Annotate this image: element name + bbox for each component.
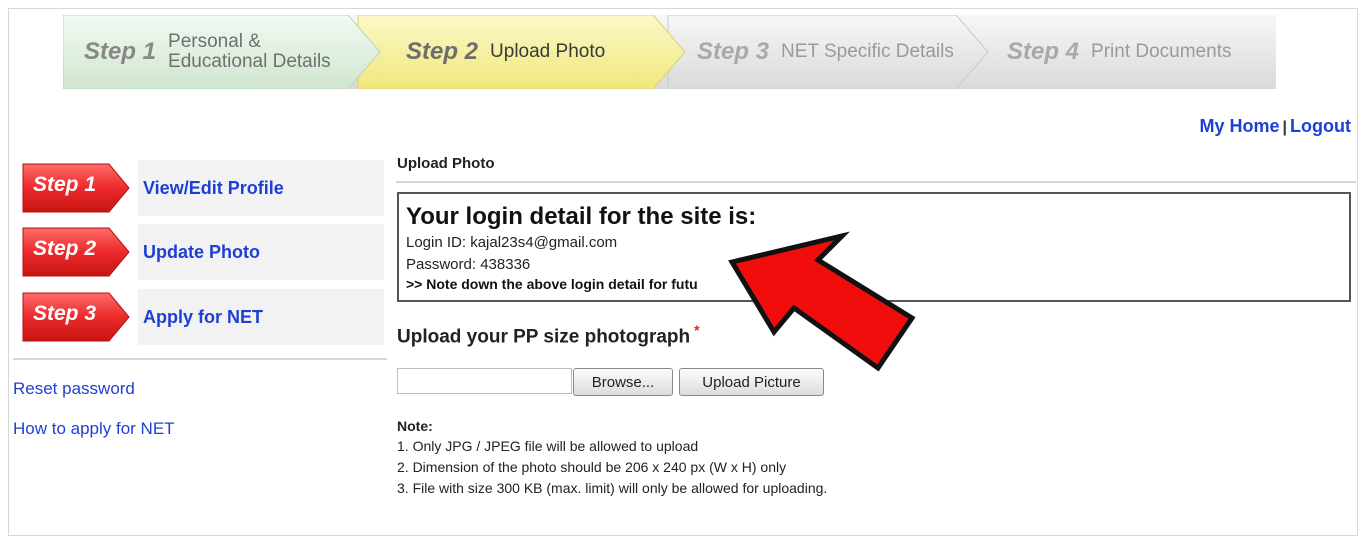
sidebar-step-1-label-cell: View/Edit Profile: [138, 160, 384, 216]
sidebar-step-1[interactable]: Step 1 View/Edit Profile: [21, 160, 384, 216]
wizard-step-4-number: Step 4: [1007, 38, 1080, 65]
sidebar-step-2-label-cell: Update Photo: [138, 224, 384, 280]
note-title: Note:: [397, 418, 433, 434]
title-divider: [396, 181, 1356, 183]
note-line-3: 3. File with size 300 KB (max. limit) wi…: [397, 480, 828, 496]
sidebar-divider: [13, 358, 387, 360]
wizard-step-1-label: Personal & Educational Details: [168, 32, 331, 72]
sidebar-step-2-badge: Step 2: [21, 224, 133, 280]
apply-for-net-link[interactable]: Apply for NET: [143, 307, 263, 328]
upload-heading: Upload your PP size photograph *: [397, 322, 700, 348]
file-path-input[interactable]: [397, 368, 572, 394]
wizard-step-4-label: Print Documents: [1091, 41, 1232, 62]
update-photo-link[interactable]: Update Photo: [143, 242, 260, 263]
wizard-step-4: Step 4 Print Documents: [1007, 15, 1231, 89]
wizard-step-1-number: Step 1: [84, 38, 157, 65]
note-line-2: 2. Dimension of the photo should be 206 …: [397, 459, 787, 475]
browse-button[interactable]: Browse...: [573, 368, 673, 396]
sidebar-step-3[interactable]: Step 3 Apply for NET: [21, 289, 384, 345]
password-text: Password: 438336: [406, 256, 531, 273]
sidebar-step-2-badge-text: Step 2: [33, 237, 97, 260]
wizard-step-2-number: Step 2: [406, 38, 479, 65]
login-detail-heading: Your login detail for the site is:: [406, 203, 757, 230]
wizard-progress: Step 1 Personal & Educational Details St…: [63, 15, 1276, 89]
logout-link[interactable]: Logout: [1290, 116, 1351, 136]
sidebar-step-3-badge: Step 3: [21, 289, 133, 345]
top-links: My Home | Logout: [1200, 116, 1351, 137]
wizard-step-1-label-line2: Educational Details: [168, 51, 331, 72]
login-id-text: Login ID: kajal23s4@gmail.com: [406, 234, 618, 251]
login-note-text: >> Note down the above login detail for …: [406, 276, 698, 292]
sidebar-step-2[interactable]: Step 2 Update Photo: [21, 224, 384, 280]
top-links-separator: |: [1282, 119, 1288, 136]
upload-heading-text: Upload your PP size photograph: [397, 326, 691, 348]
sidebar-step-1-badge: Step 1: [21, 160, 133, 216]
page-title: Upload Photo: [397, 155, 495, 172]
wizard-step-2: Step 2 Upload Photo: [406, 15, 605, 89]
my-home-link[interactable]: My Home: [1200, 116, 1280, 136]
wizard-step-1-label-line1: Personal &: [168, 31, 261, 52]
note-line-1: 1. Only JPG / JPEG file will be allowed …: [397, 438, 699, 454]
wizard-step-3-number: Step 3: [697, 38, 770, 65]
wizard-step-2-label: Upload Photo: [490, 41, 606, 62]
how-to-apply-link[interactable]: How to apply for NET: [13, 419, 175, 439]
wizard-step-1: Step 1 Personal & Educational Details: [84, 15, 331, 89]
sidebar-step-3-label-cell: Apply for NET: [138, 289, 384, 345]
wizard-step-3: Step 3 NET Specific Details: [697, 15, 954, 89]
annotation-arrow-icon: [728, 231, 916, 372]
reset-password-link[interactable]: Reset password: [13, 379, 135, 399]
required-marker: *: [694, 322, 700, 338]
view-edit-profile-link[interactable]: View/Edit Profile: [143, 178, 284, 199]
sidebar-step-3-badge-text: Step 3: [33, 302, 97, 325]
wizard-step-3-label: NET Specific Details: [781, 41, 954, 62]
sidebar-step-1-badge-text: Step 1: [33, 173, 97, 196]
